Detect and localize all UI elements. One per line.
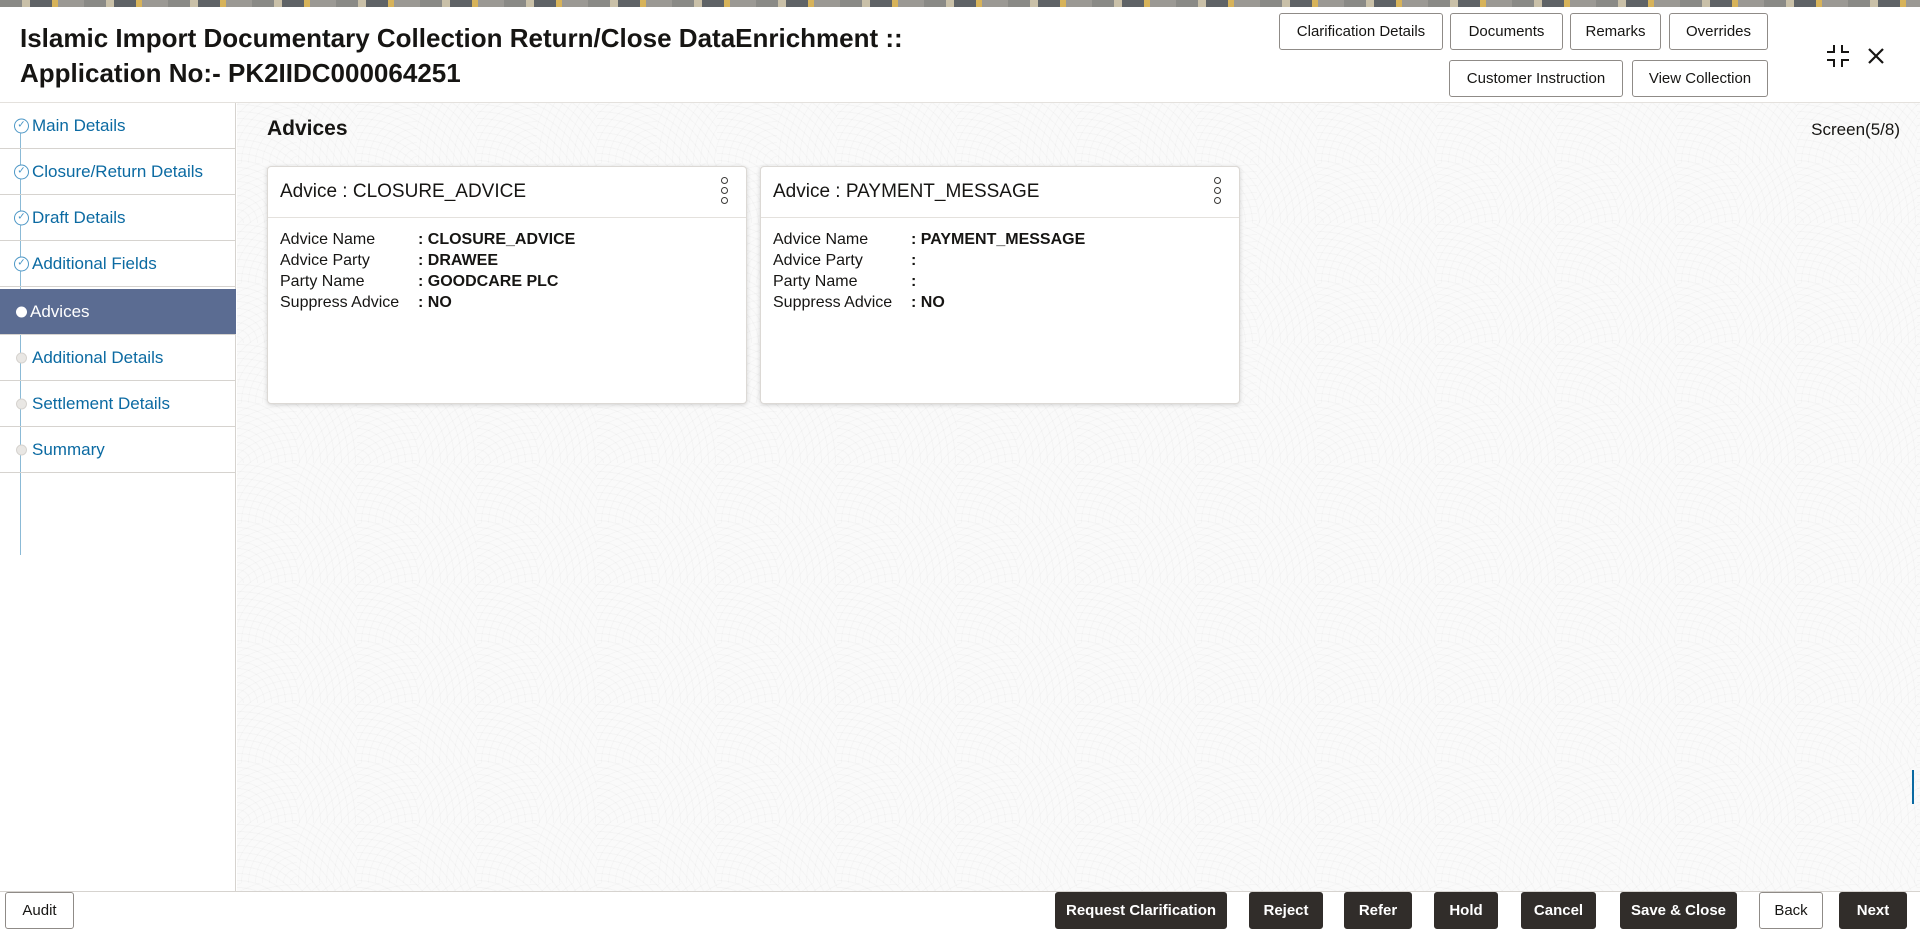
kebab-menu-icon[interactable] <box>1211 175 1223 207</box>
card-details: Advice Name : PAYMENT_MESSAGE Advice Part… <box>773 229 1085 313</box>
remarks-button[interactable]: Remarks <box>1570 13 1661 50</box>
card-title: Advice : CLOSURE_ADVICE <box>280 181 527 202</box>
next-button[interactable]: Next <box>1839 892 1907 929</box>
advice-card-closure-advice: Advice : CLOSURE_ADVICE Advice Name : CLO… <box>267 166 747 404</box>
card-header: Advice : PAYMENT_MESSAGE <box>761 167 1239 218</box>
documents-button[interactable]: Documents <box>1450 13 1563 50</box>
detail-label: Advice Party <box>773 252 863 269</box>
detail-value: : <box>911 252 917 269</box>
sidebar-item-label: Summary <box>32 439 105 459</box>
sidebar-navigation: ✓ Main Details ✓ Closure/Return Details … <box>0 103 236 891</box>
sidebar-item-settlement-details[interactable]: Settlement Details <box>0 381 236 427</box>
detail-row: Suppress Advice : NO <box>773 292 1085 313</box>
footer-actions: Audit Request Clarification Reject Refer… <box>0 891 1920 930</box>
active-step-dot-icon <box>16 306 27 317</box>
detail-row: Advice Party : DRAWEE <box>280 250 575 271</box>
main-content: Advices Screen(5/8) Advice : CLOSURE_ADV… <box>237 103 1920 891</box>
cancel-button[interactable]: Cancel <box>1521 892 1596 929</box>
check-circle-icon: ✓ <box>14 256 29 271</box>
detail-label: Advice Party <box>280 252 370 269</box>
sidebar-item-label: Advices <box>30 301 90 321</box>
page-header: Islamic Import Documentary Collection Re… <box>0 7 1920 103</box>
detail-label: Advice Name <box>280 231 376 248</box>
top-banner-strip <box>0 0 1920 7</box>
detail-row: Party Name : GOODCARE PLC <box>280 271 575 292</box>
sidebar-item-additional-fields[interactable]: ✓ Additional Fields <box>0 241 236 287</box>
minimize-icon[interactable] <box>1825 43 1851 69</box>
reject-button[interactable]: Reject <box>1249 892 1323 929</box>
scrollbar-indicator[interactable] <box>1912 770 1914 804</box>
sidebar-item-label: Main Details <box>32 115 126 135</box>
back-button[interactable]: Back <box>1759 892 1823 929</box>
sidebar-item-draft-details[interactable]: ✓ Draft Details <box>0 195 236 241</box>
section-title: Advices <box>267 117 348 140</box>
refer-button[interactable]: Refer <box>1344 892 1412 929</box>
customer-instruction-button[interactable]: Customer Instruction <box>1449 60 1623 97</box>
detail-value: : NO <box>418 294 452 311</box>
sidebar-item-label: Draft Details <box>32 207 126 227</box>
check-circle-icon: ✓ <box>14 210 29 225</box>
detail-value: : NO <box>911 294 945 311</box>
hold-button[interactable]: Hold <box>1434 892 1498 929</box>
detail-value: : CLOSURE_ADVICE <box>418 231 576 248</box>
page-title: Islamic Import Documentary Collection Re… <box>20 23 903 88</box>
detail-label: Suppress Advice <box>773 294 893 311</box>
screen-indicator: Screen(5/8) <box>1811 120 1900 139</box>
card-details: Advice Name : CLOSURE_ADVICE Advice Party… <box>280 229 575 313</box>
detail-label: Suppress Advice <box>280 294 400 311</box>
sidebar-item-label: Additional Fields <box>32 253 157 273</box>
detail-label: Advice Name <box>773 231 869 248</box>
overrides-button[interactable]: Overrides <box>1669 13 1768 50</box>
detail-row: Party Name: <box>773 271 1085 292</box>
detail-value: : GOODCARE PLC <box>418 273 559 290</box>
close-icon[interactable] <box>1866 46 1886 66</box>
check-circle-icon: ✓ <box>14 118 29 133</box>
sidebar-item-label: Closure/Return Details <box>32 161 204 181</box>
pending-step-dot-icon <box>16 444 27 455</box>
card-header: Advice : CLOSURE_ADVICE <box>268 167 746 218</box>
sidebar-item-summary[interactable]: Summary <box>0 427 236 473</box>
detail-row: Advice Name : CLOSURE_ADVICE <box>280 229 575 250</box>
detail-value: : <box>911 273 917 290</box>
clarification-details-button[interactable]: Clarification Details <box>1279 13 1443 50</box>
request-clarification-button[interactable]: Request Clarification <box>1055 892 1227 929</box>
check-circle-icon: ✓ <box>14 164 29 179</box>
pending-step-dot-icon <box>16 398 27 409</box>
save-close-button[interactable]: Save & Close <box>1620 892 1737 929</box>
detail-label: Party Name <box>280 273 365 290</box>
view-collection-button[interactable]: View Collection <box>1632 60 1768 97</box>
sidebar-item-label: Additional Details <box>32 347 164 367</box>
pending-step-dot-icon <box>16 352 27 363</box>
sidebar-item-closure-return-details[interactable]: ✓ Closure/Return Details <box>0 149 236 195</box>
detail-row: Suppress Advice : NO <box>280 292 575 313</box>
sidebar-item-label: Settlement Details <box>32 393 170 413</box>
sidebar-item-additional-details[interactable]: Additional Details <box>0 335 236 381</box>
detail-value: : PAYMENT_MESSAGE <box>911 231 1086 248</box>
sidebar-item-main-details[interactable]: ✓ Main Details <box>0 103 236 149</box>
sidebar-item-advices[interactable]: Advices <box>0 289 236 335</box>
detail-label: Party Name <box>773 273 858 290</box>
detail-row: Advice Name : PAYMENT_MESSAGE <box>773 229 1085 250</box>
detail-row: Advice Party: <box>773 250 1085 271</box>
detail-value: : DRAWEE <box>418 252 498 269</box>
audit-button[interactable]: Audit <box>5 892 74 929</box>
kebab-menu-icon[interactable] <box>718 175 730 207</box>
card-title: Advice : PAYMENT_MESSAGE <box>773 181 1040 202</box>
advice-card-payment-message: Advice : PAYMENT_MESSAGE Advice Name : PA… <box>760 166 1240 404</box>
